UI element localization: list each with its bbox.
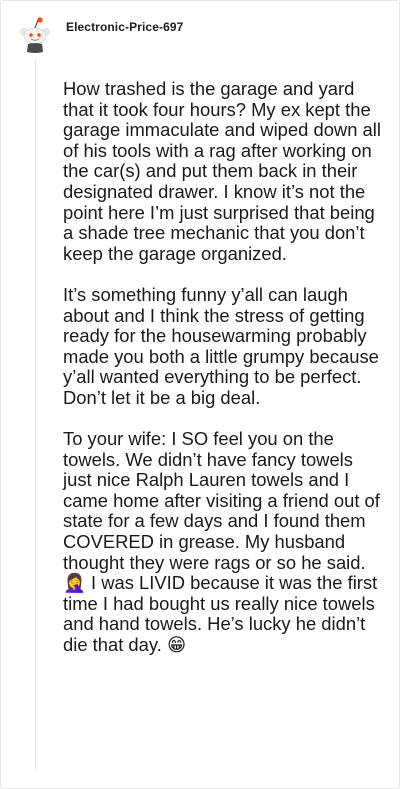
comment-body: How trashed is the garage and yard that … <box>63 78 385 676</box>
comment-header: Electronic-Price-697 <box>16 15 183 55</box>
comment-paragraph-3: To your wife: I SO feel you on the towel… <box>63 428 380 656</box>
comment-author-username[interactable]: Electronic-Price-697 <box>66 20 183 34</box>
comment-paragraph-2: It’s something funny y’all can laugh abo… <box>63 283 379 408</box>
comment-paragraph-1: How trashed is the garage and yard that … <box>63 78 381 264</box>
comment-card: Electronic-Price-697 How trashed is the … <box>0 0 400 789</box>
reddit-snoo-avatar-icon[interactable] <box>16 16 54 54</box>
thread-collapse-line[interactable] <box>35 59 36 771</box>
